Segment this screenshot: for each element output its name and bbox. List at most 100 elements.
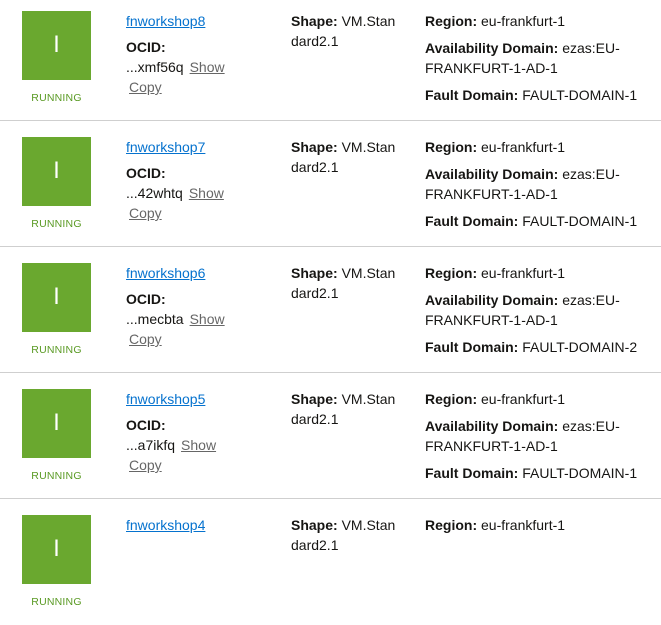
fault-domain-value: FAULT-DOMAIN-1 xyxy=(522,87,638,103)
instance-name-link[interactable]: fnworkshop8 xyxy=(126,11,276,31)
ocid-copy-link[interactable]: Copy xyxy=(129,77,162,97)
fault-domain-label: Fault Domain: xyxy=(425,339,519,355)
instance-list: I RUNNING fnworkshop8 OCID: ...xmf56q Sho… xyxy=(0,0,661,625)
status-badge: RUNNING xyxy=(31,344,82,356)
ocid-show-link[interactable]: Show xyxy=(181,437,216,453)
region-label: Region: xyxy=(425,139,478,155)
ocid-value: ...a7ikfq xyxy=(126,437,176,453)
region-field: Region: eu-frankfurt-1 xyxy=(425,137,661,157)
fault-domain-value: FAULT-DOMAIN-1 xyxy=(522,465,638,481)
fault-domain-field: Fault Domain: FAULT-DOMAIN-1 xyxy=(425,463,661,483)
instance-icon: I xyxy=(53,536,60,562)
fault-domain-label: Fault Domain: xyxy=(425,87,519,103)
region-column: Region: eu-frankfurt-1 Availability Doma… xyxy=(425,389,661,483)
instance-name-link[interactable]: fnworkshop4 xyxy=(126,515,276,535)
instance-status-icon: I xyxy=(22,11,91,80)
instance-status-icon: I xyxy=(22,263,91,332)
ocid-show-link[interactable]: Show xyxy=(190,59,225,75)
region-field: Region: eu-frankfurt-1 xyxy=(425,515,661,535)
instance-name-column: fnworkshop5 OCID: ...a7ikfq Show Copy xyxy=(126,389,276,475)
ocid-copy-link[interactable]: Copy xyxy=(129,455,162,475)
shape-field: Shape: VM.Standard2.1 xyxy=(291,389,396,429)
instance-row: I RUNNING fnworkshop6 OCID: ...mecbta Sho… xyxy=(0,247,661,373)
status-badge: RUNNING xyxy=(31,596,82,608)
ocid-show-link[interactable]: Show xyxy=(190,311,225,327)
instance-name-column: fnworkshop8 OCID: ...xmf56q Show Copy xyxy=(126,11,276,97)
region-value: eu-frankfurt-1 xyxy=(481,517,566,533)
instance-name-link[interactable]: fnworkshop5 xyxy=(126,389,276,409)
ocid-value: ...mecbta xyxy=(126,311,184,327)
region-field: Region: eu-frankfurt-1 xyxy=(425,389,661,409)
fault-domain-field: Fault Domain: FAULT-DOMAIN-1 xyxy=(425,85,661,105)
region-label: Region: xyxy=(425,265,478,281)
region-value: eu-frankfurt-1 xyxy=(481,139,566,155)
fault-domain-label: Fault Domain: xyxy=(425,213,519,229)
fault-domain-value: FAULT-DOMAIN-1 xyxy=(522,213,638,229)
instance-name-link[interactable]: fnworkshop6 xyxy=(126,263,276,283)
region-value: eu-frankfurt-1 xyxy=(481,391,566,407)
availability-domain-field: Availability Domain: ezas:EU-FRANKFURT-1… xyxy=(425,164,661,204)
shape-field: Shape: VM.Standard2.1 xyxy=(291,137,396,177)
instance-icon: I xyxy=(53,158,60,184)
shape-label: Shape: xyxy=(291,139,338,155)
region-value: eu-frankfurt-1 xyxy=(481,13,566,29)
ocid-line: ...mecbta Show xyxy=(126,309,276,329)
ocid-label: OCID: xyxy=(126,39,166,55)
fault-domain-field: Fault Domain: FAULT-DOMAIN-1 xyxy=(425,211,661,231)
ocid-line: ...xmf56q Show xyxy=(126,57,276,77)
status-badge: RUNNING xyxy=(31,470,82,482)
ocid-label: OCID: xyxy=(126,165,166,181)
status-badge: RUNNING xyxy=(31,218,82,230)
instance-icon: I xyxy=(53,284,60,310)
ocid-copy-link[interactable]: Copy xyxy=(129,203,162,223)
region-label: Region: xyxy=(425,517,478,533)
status-badge: RUNNING xyxy=(31,92,82,104)
region-label: Region: xyxy=(425,391,478,407)
region-column: Region: eu-frankfurt-1 Availability Doma… xyxy=(425,11,661,105)
ocid-line: ...42whtq Show xyxy=(126,183,276,203)
instance-name-column: fnworkshop6 OCID: ...mecbta Show Copy xyxy=(126,263,276,349)
fault-domain-value: FAULT-DOMAIN-2 xyxy=(522,339,638,355)
availability-domain-field: Availability Domain: ezas:EU-FRANKFURT-1… xyxy=(425,290,661,330)
ocid-copy-link[interactable]: Copy xyxy=(129,329,162,349)
availability-domain-label: Availability Domain: xyxy=(425,40,559,56)
availability-domain-field: Availability Domain: ezas:EU-FRANKFURT-1… xyxy=(425,416,661,456)
availability-domain-field: Availability Domain: ezas:EU-FRANKFURT-1… xyxy=(425,38,661,78)
fault-domain-field: Fault Domain: FAULT-DOMAIN-2 xyxy=(425,337,661,357)
instance-status-icon: I xyxy=(22,137,91,206)
availability-domain-label: Availability Domain: xyxy=(425,418,559,434)
shape-field: Shape: VM.Standard2.1 xyxy=(291,11,396,51)
ocid-label: OCID: xyxy=(126,417,166,433)
availability-domain-label: Availability Domain: xyxy=(425,166,559,182)
availability-domain-label: Availability Domain: xyxy=(425,292,559,308)
ocid-show-link[interactable]: Show xyxy=(189,185,224,201)
instance-name-column: fnworkshop7 OCID: ...42whtq Show Copy xyxy=(126,137,276,223)
instance-status-icon: I xyxy=(22,515,91,584)
shape-label: Shape: xyxy=(291,391,338,407)
region-column: Region: eu-frankfurt-1 Availability Doma… xyxy=(425,137,661,231)
instance-icon: I xyxy=(53,32,60,58)
region-field: Region: eu-frankfurt-1 xyxy=(425,11,661,31)
shape-field: Shape: VM.Standard2.1 xyxy=(291,263,396,303)
instance-row: I RUNNING fnworkshop4 Shape: VM.Standard… xyxy=(0,499,661,625)
ocid-label: OCID: xyxy=(126,291,166,307)
instance-status-icon: I xyxy=(22,389,91,458)
shape-label: Shape: xyxy=(291,13,338,29)
region-field: Region: eu-frankfurt-1 xyxy=(425,263,661,283)
shape-label: Shape: xyxy=(291,517,338,533)
fault-domain-label: Fault Domain: xyxy=(425,465,519,481)
instance-name-column: fnworkshop4 xyxy=(126,515,276,541)
region-value: eu-frankfurt-1 xyxy=(481,265,566,281)
instance-row: I RUNNING fnworkshop8 OCID: ...xmf56q Sho… xyxy=(0,0,661,121)
ocid-line: ...a7ikfq Show xyxy=(126,435,276,455)
instance-name-link[interactable]: fnworkshop7 xyxy=(126,137,276,157)
shape-label: Shape: xyxy=(291,265,338,281)
ocid-value: ...42whtq xyxy=(126,185,183,201)
region-column: Region: eu-frankfurt-1 Availability Doma… xyxy=(425,263,661,357)
shape-field: Shape: VM.Standard2.1 xyxy=(291,515,396,555)
region-label: Region: xyxy=(425,13,478,29)
region-column: Region: eu-frankfurt-1 xyxy=(425,515,661,535)
ocid-value: ...xmf56q xyxy=(126,59,184,75)
instance-row: I RUNNING fnworkshop5 OCID: ...a7ikfq Sho… xyxy=(0,373,661,499)
instance-icon: I xyxy=(53,410,60,436)
